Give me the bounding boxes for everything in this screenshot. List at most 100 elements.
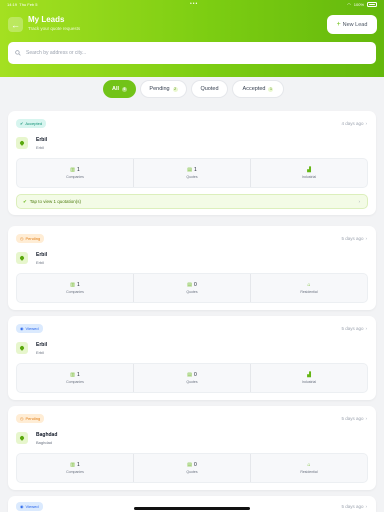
lead-city: Erbil	[36, 137, 48, 143]
location-pin-icon	[16, 432, 28, 444]
status-label: Viewed	[25, 326, 39, 331]
status-time: 14:19 Thu Feb 5	[7, 2, 38, 7]
lead-stats: ▥ 1 Companies ▤ 0 Quotes ⌂ Residential	[16, 273, 368, 303]
view-quotations-link[interactable]: ✔ Tap to view 1 quotation(s) ›	[16, 194, 368, 209]
document-icon: ▤	[187, 462, 192, 468]
page-subtitle: Track your quote requests	[28, 26, 81, 31]
tab-all[interactable]: All 6	[103, 80, 136, 98]
status-badge: ◉ Viewed	[16, 324, 43, 333]
tab-label: Quoted	[200, 86, 219, 92]
lead-area: Erbil	[36, 260, 45, 265]
stat-value: 1	[76, 167, 80, 173]
stat-label: Companies	[66, 470, 84, 474]
battery-percent: 100%	[353, 2, 364, 7]
factory-icon: ▟	[307, 167, 311, 173]
lead-stats: ▥ 1 Companies ▤ 0 Quotes ▟ Industrial	[16, 363, 368, 393]
building-icon: ▥	[70, 372, 75, 378]
check-circle-icon: ✔	[23, 198, 27, 204]
stat-value: 0	[193, 462, 197, 468]
stat-label: Industrial	[301, 380, 317, 384]
stat-label: Quotes	[186, 290, 198, 294]
new-lead-button[interactable]: + New Lead	[327, 15, 377, 34]
multitask-dots: •••	[190, 1, 199, 7]
lead-card[interactable]: ◉ Viewed 5 days ago › Erbil Erbil ▥ 1 Comp…	[8, 316, 376, 400]
stat-label: Quotes	[186, 470, 198, 474]
stat-label: Industrial	[301, 175, 317, 179]
chevron-right-icon: ›	[365, 504, 368, 509]
home-indicator	[134, 507, 250, 510]
chevron-right-icon: ›	[358, 199, 361, 204]
status-right: ◠ 100%	[347, 2, 377, 7]
stat-type: ▟ Industrial	[251, 364, 367, 392]
filter-tabs: All 6 Pending 2 Quoted Accepted 1	[103, 80, 284, 98]
lead-stats: ▥ 1 Companies ▤ 1 Quotes ▟ Industrial	[16, 158, 368, 188]
tab-label: All	[111, 86, 120, 92]
stat-label: Residential	[300, 290, 318, 294]
tab-count: 1	[268, 86, 274, 92]
stat-type: ⌂ Residential	[251, 274, 367, 302]
lead-city: Erbil	[36, 252, 48, 258]
check-circle-icon: ✔	[20, 121, 24, 126]
location-pin-icon	[16, 252, 28, 264]
stat-companies: ▥ 1 Companies	[17, 159, 134, 187]
time-ago: 5 days ago ›	[341, 326, 367, 331]
search-input[interactable]: Search by address or city...	[8, 42, 376, 64]
lead-card[interactable]: ✔ Accepted 4 days ago › Erbil Erbil ▥ 1 Co…	[8, 111, 376, 215]
clock-icon: ◷	[20, 236, 24, 241]
building-icon: ▥	[70, 167, 75, 173]
building-icon: ▥	[70, 462, 75, 468]
home-icon: ⌂	[307, 282, 311, 288]
time-ago-label: 5 days ago	[341, 504, 364, 509]
tab-accepted[interactable]: Accepted 1	[232, 80, 284, 98]
arrow-left-icon: ←	[11, 19, 20, 30]
status-label: Viewed	[25, 504, 39, 509]
lead-card[interactable]: ◷ Pending 5 days ago › Baghdad Baghdad ▥ 1…	[8, 406, 376, 490]
eye-icon: ◉	[20, 326, 24, 331]
stat-label: Companies	[66, 175, 84, 179]
time-ago-label: 4 days ago	[341, 121, 364, 126]
tab-label: Accepted	[242, 86, 266, 92]
stat-companies: ▥ 1 Companies	[17, 364, 134, 392]
stat-quotes: ▤ 0 Quotes	[134, 364, 251, 392]
stat-companies: ▥ 1 Companies	[17, 274, 134, 302]
back-button[interactable]: ←	[8, 17, 23, 32]
stat-label: Quotes	[186, 175, 198, 179]
time-ago-label: 5 days ago	[341, 416, 364, 421]
wifi-icon: ◠	[347, 2, 351, 7]
search-placeholder: Search by address or city...	[26, 50, 87, 56]
status-label: Accepted	[25, 121, 43, 126]
clock-icon: ◷	[20, 416, 24, 421]
tab-label: Pending	[149, 86, 170, 92]
status-badge: ◷ Pending	[16, 414, 45, 423]
stat-type: ⌂ Residential	[251, 454, 367, 482]
document-icon: ▤	[187, 372, 192, 378]
stat-label: Residential	[300, 470, 318, 474]
stat-label: Companies	[66, 290, 84, 294]
stat-value: 0	[193, 282, 197, 288]
stat-quotes: ▤ 1 Quotes	[134, 159, 251, 187]
battery-icon	[367, 2, 377, 7]
lead-area: Baghdad	[36, 440, 53, 445]
time-ago-label: 5 days ago	[341, 236, 364, 241]
tab-quoted[interactable]: Quoted	[191, 80, 228, 98]
lead-card[interactable]: ◷ Pending 5 days ago › Erbil Erbil ▥ 1 Com…	[8, 226, 376, 310]
header: 14:19 Thu Feb 5 ••• ◠ 100% ← My Leads Tr…	[0, 0, 384, 77]
status-badge: ✔ Accepted	[16, 119, 47, 128]
tab-count: 2	[172, 86, 178, 92]
status-bar: 14:19 Thu Feb 5 ••• ◠ 100%	[7, 1, 377, 9]
tab-count: 6	[122, 86, 128, 92]
tab-pending[interactable]: Pending 2	[140, 80, 187, 98]
stat-companies: ▥ 1 Companies	[17, 454, 134, 482]
stat-value: 1	[76, 282, 80, 288]
time-ago-label: 5 days ago	[341, 326, 364, 331]
lead-stats: ▥ 1 Companies ▤ 0 Quotes ⌂ Residential	[16, 453, 368, 483]
lead-city: Erbil	[36, 342, 48, 348]
location-pin-icon	[16, 137, 28, 149]
eye-icon: ◉	[20, 504, 24, 509]
chevron-right-icon: ›	[365, 236, 368, 241]
stat-value: 1	[193, 167, 197, 173]
time-ago: 4 days ago ›	[341, 121, 367, 126]
status-badge: ◷ Pending	[16, 234, 45, 243]
location-pin-icon	[16, 342, 28, 354]
tip-label: Tap to view 1 quotation(s)	[29, 199, 82, 204]
